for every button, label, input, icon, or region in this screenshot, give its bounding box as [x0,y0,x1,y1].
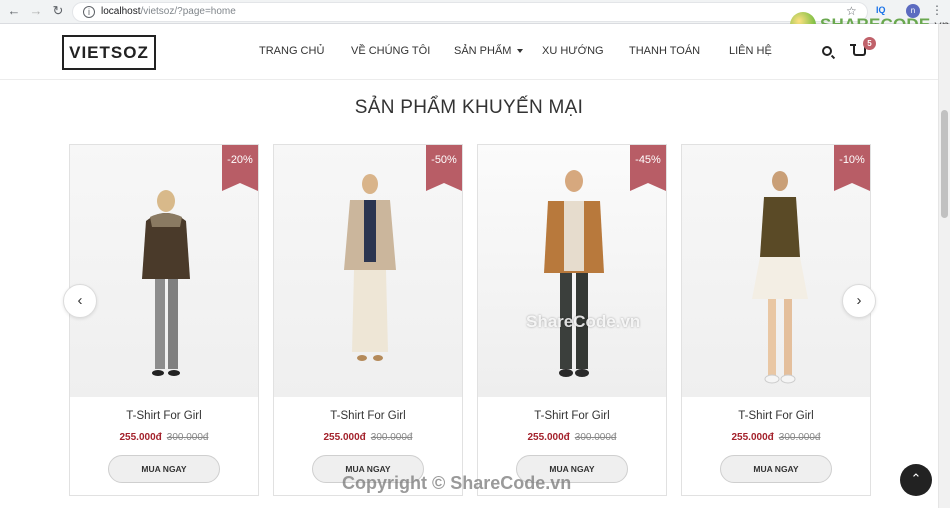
chevron-left-icon[interactable]: ‹ [63,284,97,318]
product-card[interactable]: -50% T-Shirt For Girl 255.000đ 300.000đ M… [273,144,463,496]
old-price: 300.000đ [166,432,209,443]
sale-price: 255.000đ [731,432,774,443]
model-figure [344,174,396,361]
model-figure [544,170,604,377]
product-prices: 255.000đ 300.000đ [478,432,666,443]
old-price: 300.000đ [370,432,413,443]
product-image[interactable]: -10% [682,145,870,397]
product-name[interactable]: T-Shirt For Girl [682,410,870,422]
product-prices: 255.000đ 300.000đ [70,432,258,443]
page-scrollbar[interactable] [938,24,950,508]
product-name[interactable]: T-Shirt For Girl [70,410,258,422]
product-image[interactable]: -20% [70,145,258,397]
product-prices: 255.000đ 300.000đ [682,432,870,443]
menu-item-home[interactable]: TRANG CHỦ [259,45,324,57]
address-bar[interactable]: i localhost/vietsoz/?page=home [72,2,868,22]
discount-ribbon: -10% [834,145,870,191]
menu-item-contact[interactable]: LIÊN HỆ [729,45,772,57]
copyright-watermark: Copyright © ShareCode.vn [342,473,572,493]
sale-price: 255.000đ [323,432,366,443]
product-image[interactable]: -50% [274,145,462,397]
url-text[interactable]: localhost/vietsoz/?page=home [101,6,236,17]
caret-down-icon [517,49,524,54]
site-logo[interactable]: VIETSOZ [62,35,156,70]
chevron-up-icon[interactable]: ⌃ [900,464,932,496]
cart-count-badge: 5 [863,37,876,50]
url-host: localhost [101,6,141,17]
model-figure [142,190,190,376]
menu-item-payment[interactable]: THANH TOÁN [629,45,700,57]
product-prices: 255.000đ 300.000đ [274,432,462,443]
product-name[interactable]: T-Shirt For Girl [274,410,462,422]
forward-arrow-icon[interactable]: → [28,3,44,19]
info-icon[interactable]: i [83,6,95,18]
product-card[interactable]: -20% T-Shirt For Girl 255.000đ 300.000đ M… [69,144,259,496]
model-figure [752,171,808,384]
chevron-right-icon[interactable]: › [842,284,876,318]
menu-item-about[interactable]: VỀ CHÚNG TÔI [351,45,430,57]
back-arrow-icon[interactable]: ← [6,3,22,19]
reload-icon[interactable]: ↻ [50,3,66,19]
section-title: SẢN PHẨM KHUYẾN MẠI [354,97,584,118]
url-path: /vietsoz/?page=home [140,6,236,17]
search-icon[interactable] [822,46,832,56]
sale-price: 255.000đ [119,432,162,443]
sale-price: 255.000đ [527,432,570,443]
buy-now-button[interactable]: MUA NGAY [108,455,220,483]
buy-now-button[interactable]: MUA NGAY [720,455,832,483]
scrollbar-thumb[interactable] [941,110,948,218]
menu-item-trends[interactable]: XU HƯỚNG [542,45,604,57]
product-name[interactable]: T-Shirt For Girl [478,410,666,422]
menu-item-products-label: SẢN PHẨM [454,45,512,57]
menu-item-products[interactable]: SẢN PHẨM [454,45,524,57]
old-price: 300.000đ [574,432,617,443]
center-watermark: ShareCode.vn [526,312,641,331]
discount-ribbon: -45% [630,145,666,191]
site-header: VIETSOZ TRANG CHỦ VỀ CHÚNG TÔI SẢN PHẨM … [0,24,938,80]
discount-ribbon: -20% [222,145,258,191]
product-card[interactable]: -10% T-Shirt For Girl 255.000đ 300.000đ M… [681,144,871,496]
discount-ribbon: -50% [426,145,462,191]
product-image[interactable]: -45% [478,145,666,397]
old-price: 300.000đ [778,432,821,443]
